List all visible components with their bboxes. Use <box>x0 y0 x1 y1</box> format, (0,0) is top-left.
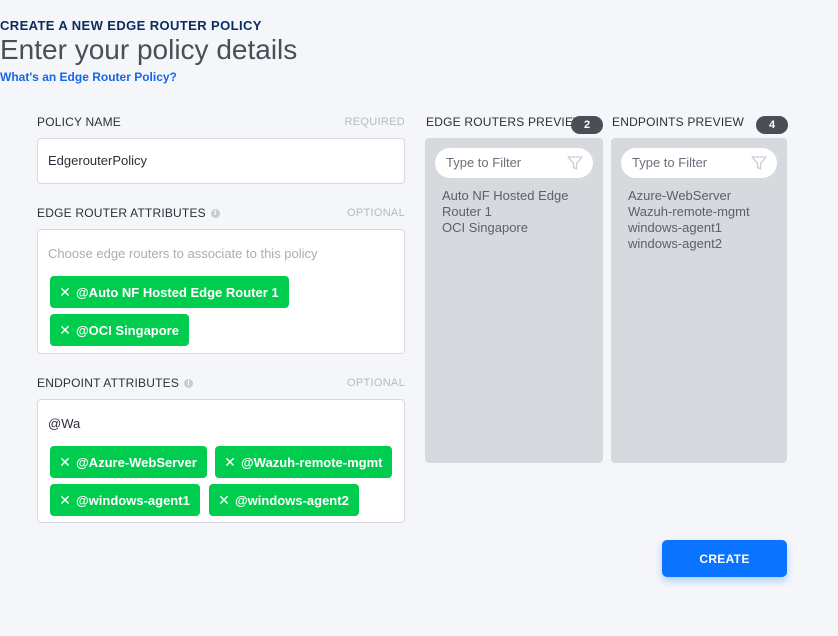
info-icon[interactable]: i <box>184 378 194 388</box>
chip-label: @OCI Singapore <box>76 322 179 338</box>
close-icon[interactable]: ✕ <box>58 455 72 469</box>
endpoint-attributes-optional-hint: OPTIONAL <box>346 377 405 389</box>
endpoints-preview-list: Azure-WebServer Wazuh-remote-mgmt window… <box>628 188 777 252</box>
endpoints-preview-panel: Type to Filter Azure-WebServer Wazuh-rem… <box>611 138 787 463</box>
chip-label: @windows-agent2 <box>235 492 349 508</box>
chip-label: @Azure-WebServer <box>76 454 197 470</box>
edge-router-attributes-label-text: EDGE ROUTER ATTRIBUTES <box>37 206 206 220</box>
list-item: windows-agent1 <box>628 220 722 235</box>
endpoints-preview-label: ENDPOINTS PREVIEW <box>612 115 745 129</box>
endpoint-chip[interactable]: ✕ @windows-agent1 <box>50 484 200 516</box>
filter-placeholder: Type to Filter <box>632 155 708 170</box>
list-item: Wazuh-remote-mgmt <box>628 204 750 219</box>
chip-label: @Wazuh-remote-mgmt <box>241 454 383 470</box>
edge-router-attributes-placeholder: Choose edge routers to associate to this… <box>48 246 318 261</box>
edge-routers-preview-panel: Type to Filter Auto NF Hosted Edge Route… <box>425 138 603 463</box>
funnel-icon <box>567 156 583 170</box>
help-link[interactable]: What's an Edge Router Policy? <box>0 70 838 84</box>
endpoint-chip[interactable]: ✕ @Azure-WebServer <box>50 446 207 478</box>
close-icon[interactable]: ✕ <box>217 493 231 507</box>
endpoint-attributes-input[interactable]: @Wa ✕ @Azure-WebServer ✕ @Wazuh-remote-m… <box>37 399 405 523</box>
list-item: OCI Singapore <box>442 220 528 235</box>
edge-routers-preview-label: EDGE ROUTERS PREVIEW <box>426 115 585 129</box>
edge-router-chip[interactable]: ✕ @OCI Singapore <box>50 314 189 346</box>
close-icon[interactable]: ✕ <box>58 285 72 299</box>
edge-routers-filter-input[interactable]: Type to Filter <box>435 148 593 178</box>
endpoint-attributes-typed-value[interactable]: @Wa <box>48 416 80 431</box>
policy-name-input[interactable]: EdgerouterPolicy <box>37 138 405 184</box>
close-icon[interactable]: ✕ <box>223 455 237 469</box>
endpoint-chip[interactable]: ✕ @windows-agent2 <box>209 484 359 516</box>
endpoint-attributes-label: ENDPOINT ATTRIBUTES i <box>37 376 194 390</box>
create-button[interactable]: CREATE <box>662 540 787 577</box>
edge-router-chip[interactable]: ✕ @Auto NF Hosted Edge Router 1 <box>50 276 289 308</box>
info-icon[interactable]: i <box>210 208 220 218</box>
edge-router-attributes-optional-hint: OPTIONAL <box>346 207 405 219</box>
page-title: Enter your policy details <box>0 34 298 65</box>
funnel-icon <box>751 156 767 170</box>
endpoint-attributes-label-text: ENDPOINT ATTRIBUTES <box>37 376 180 390</box>
endpoints-filter-input[interactable]: Type to Filter <box>621 148 777 178</box>
list-item: Azure-WebServer <box>628 188 732 203</box>
close-icon[interactable]: ✕ <box>58 493 72 507</box>
policy-name-label: POLICY NAME <box>37 115 121 129</box>
chip-label: @windows-agent1 <box>76 492 190 508</box>
endpoints-count-badge: 4 <box>756 116 788 134</box>
page-eyebrow: CREATE A NEW EDGE ROUTER POLICY <box>0 18 262 33</box>
policy-name-label-text: POLICY NAME <box>37 115 122 129</box>
edge-router-attributes-label: EDGE ROUTER ATTRIBUTES i <box>37 206 220 220</box>
edge-routers-preview-list: Auto NF Hosted Edge Router 1 OCI Singapo… <box>442 188 593 236</box>
edge-routers-count-badge: 2 <box>571 116 603 134</box>
edge-router-attributes-input[interactable]: Choose edge routers to associate to this… <box>37 229 405 354</box>
filter-placeholder: Type to Filter <box>446 155 522 170</box>
close-icon[interactable]: ✕ <box>58 323 72 337</box>
list-item: windows-agent2 <box>628 236 722 251</box>
chip-label: @Auto NF Hosted Edge Router 1 <box>76 284 279 300</box>
policy-name-required-hint: REQUIRED <box>344 116 405 128</box>
list-item: Auto NF Hosted Edge Router 1 <box>442 188 569 219</box>
endpoint-chip[interactable]: ✕ @Wazuh-remote-mgmt <box>215 446 393 478</box>
